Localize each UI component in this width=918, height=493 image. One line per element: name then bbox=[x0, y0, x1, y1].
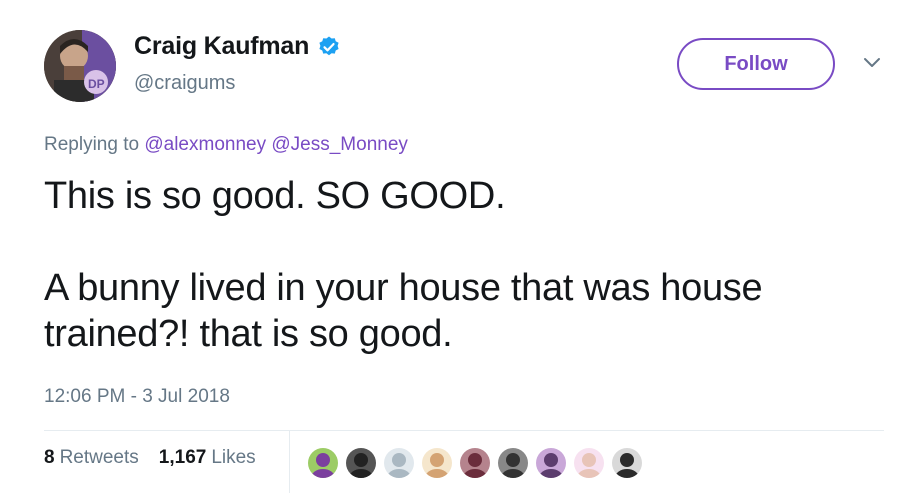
follow-button[interactable]: Follow bbox=[677, 38, 835, 90]
stats-divider bbox=[289, 431, 290, 493]
mention-link[interactable]: @alexmonney bbox=[144, 134, 266, 155]
likes-stat[interactable]: 1,167 Likes bbox=[159, 447, 256, 469]
tweet-text: This is so good. SO GOOD. A bunny lived … bbox=[44, 173, 884, 357]
retweets-count: 8 bbox=[44, 447, 55, 468]
liker-avatar[interactable] bbox=[572, 446, 606, 480]
liker-avatar[interactable] bbox=[458, 446, 492, 480]
liker-avatar[interactable] bbox=[382, 446, 416, 480]
liker-avatars bbox=[306, 446, 648, 480]
author-name-row: Craig Kaufman bbox=[134, 32, 341, 61]
tweet-text-line: A bunny lived in your house that was hou… bbox=[44, 267, 763, 355]
author-avatar[interactable]: DP bbox=[44, 30, 116, 102]
likes-count: 1,167 bbox=[158, 447, 207, 468]
chevron-down-icon[interactable] bbox=[862, 56, 882, 70]
likes-label: Likes bbox=[211, 447, 256, 468]
tweet-timestamp[interactable]: 12:06 PM - 3 Jul 2018 bbox=[44, 386, 230, 408]
liker-avatar[interactable] bbox=[306, 446, 340, 480]
profile-photo: DP bbox=[44, 30, 116, 102]
retweets-label: Retweets bbox=[59, 447, 139, 468]
verified-badge-icon bbox=[317, 35, 341, 59]
liker-avatar[interactable] bbox=[534, 446, 568, 480]
tweet-text-line: This is so good. SO GOOD. bbox=[44, 175, 506, 217]
svg-text:DP: DP bbox=[88, 77, 105, 91]
tweet-stats: 8 Retweets 1,167 Likes bbox=[44, 447, 276, 469]
liker-avatar[interactable] bbox=[496, 446, 530, 480]
reply-context: Replying to @alexmonney @Jess_Monney bbox=[44, 134, 408, 156]
liker-avatar[interactable] bbox=[344, 446, 378, 480]
author-handle[interactable]: @craigums bbox=[134, 72, 235, 95]
tweet-card: DP Craig Kaufman @craigums Follow Replyi… bbox=[0, 0, 918, 493]
author-display-name[interactable]: Craig Kaufman bbox=[134, 32, 309, 61]
retweets-stat[interactable]: 8 Retweets bbox=[44, 447, 139, 469]
mention-link[interactable]: @Jess_Monney bbox=[271, 134, 408, 155]
divider bbox=[44, 430, 884, 431]
liker-avatar[interactable] bbox=[420, 446, 454, 480]
liker-avatar[interactable] bbox=[610, 446, 644, 480]
reply-prefix: Replying to bbox=[44, 134, 140, 155]
